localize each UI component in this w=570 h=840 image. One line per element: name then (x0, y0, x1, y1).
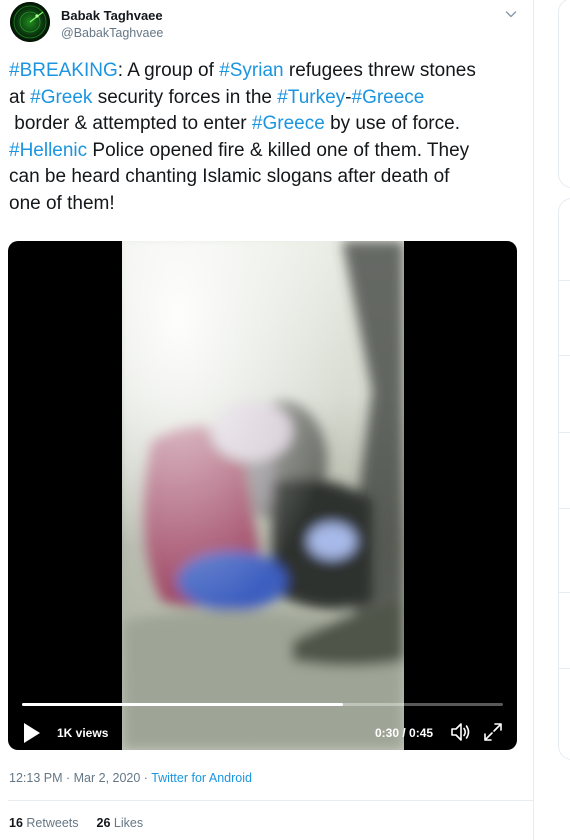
tweet-meta: 12:13 PM · Mar 2, 2020 · Twitter for And… (9, 771, 252, 785)
sidebar-card-bottom (558, 198, 570, 760)
video-views: 1K views (57, 726, 109, 740)
volume-icon[interactable] (449, 720, 473, 744)
hashtag-link[interactable]: #BREAKING (9, 60, 118, 81)
tweet-text-segment: refugees threw stones (283, 60, 476, 81)
video-player[interactable]: 1K views 0:30 / 0:45 (8, 241, 517, 750)
likes-label: Likes (113, 816, 144, 830)
tweet-text-line: can be heard chanting Islamic slogans af… (9, 164, 529, 191)
author-name[interactable]: Babak Taghvaee (61, 8, 163, 23)
sidebar-divider (558, 592, 570, 593)
video-progress-bar[interactable] (22, 703, 503, 706)
sidebar-divider (558, 280, 570, 281)
tweet-stats: 16 Retweets 26 Likes (9, 816, 143, 830)
sidebar-divider (558, 355, 570, 356)
tweet-text-line: at #Greek security forces in the #Turkey… (9, 85, 529, 112)
hashtag-link[interactable]: #Hellenic (9, 140, 87, 161)
tweet-card: Babak Taghvaee @BabakTaghvaee #BREAKING:… (0, 0, 533, 840)
tweet-text-line: border & attempted to enter #Greece by u… (9, 111, 529, 138)
play-icon[interactable] (22, 722, 42, 744)
hashtag-link[interactable]: #Turkey (277, 87, 345, 108)
likes-count: 26 (96, 816, 111, 830)
video-progress-fill (22, 703, 343, 706)
likes-stat[interactable]: 26 Likes (97, 816, 144, 830)
expand-icon[interactable] (482, 721, 504, 743)
sidebar-divider (558, 432, 570, 433)
hashtag-link[interactable]: #Greek (30, 87, 92, 108)
sidebar-card-top (558, 0, 570, 188)
retweets-label: Retweets (26, 816, 79, 830)
tweet-text-segment: Police opened fire & killed one of them.… (87, 139, 470, 161)
hashtag-link[interactable]: #Greece (352, 87, 425, 108)
sidebar-divider (558, 508, 570, 509)
tweet-text-segment: security forces in the (92, 86, 278, 108)
tweet-text-segment: can be heard chanting Islamic slogans af… (9, 166, 450, 188)
hashtag-link[interactable]: #Greece (252, 113, 325, 134)
video-time: 0:30 / 0:45 (375, 726, 434, 740)
video-frame (122, 241, 404, 750)
avatar[interactable] (10, 2, 50, 42)
sidebar-divider (558, 668, 570, 669)
hashtag-link[interactable]: #Syrian (219, 60, 283, 81)
chevron-down-icon[interactable] (503, 6, 519, 22)
author-handle[interactable]: @BabakTaghvaee (61, 26, 163, 40)
tweet-text-segment: : A group of (117, 60, 220, 81)
tweet-text-segment: border & attempted to enter (9, 113, 252, 135)
tweet-text: #BREAKING: A group of #Syrian refugees t… (9, 58, 529, 218)
tweet-text-line: #BREAKING: A group of #Syrian refugees t… (9, 58, 529, 85)
tweet-text-line: #Hellenic Police opened fire & killed on… (9, 138, 529, 165)
tweet-source[interactable]: Twitter for Android (151, 771, 252, 785)
tweet-timestamp[interactable]: 12:13 PM · Mar 2, 2020 · (9, 771, 151, 785)
retweets-stat[interactable]: 16 Retweets (9, 816, 79, 830)
tweet-text-line: one of them! (9, 191, 529, 218)
tweet-text-segment: at (9, 86, 31, 108)
retweets-count: 16 (9, 816, 23, 830)
tweet-text-segment: one of them! (9, 192, 115, 214)
tweet-text-segment: by use of force. (324, 113, 460, 135)
divider (8, 800, 533, 801)
